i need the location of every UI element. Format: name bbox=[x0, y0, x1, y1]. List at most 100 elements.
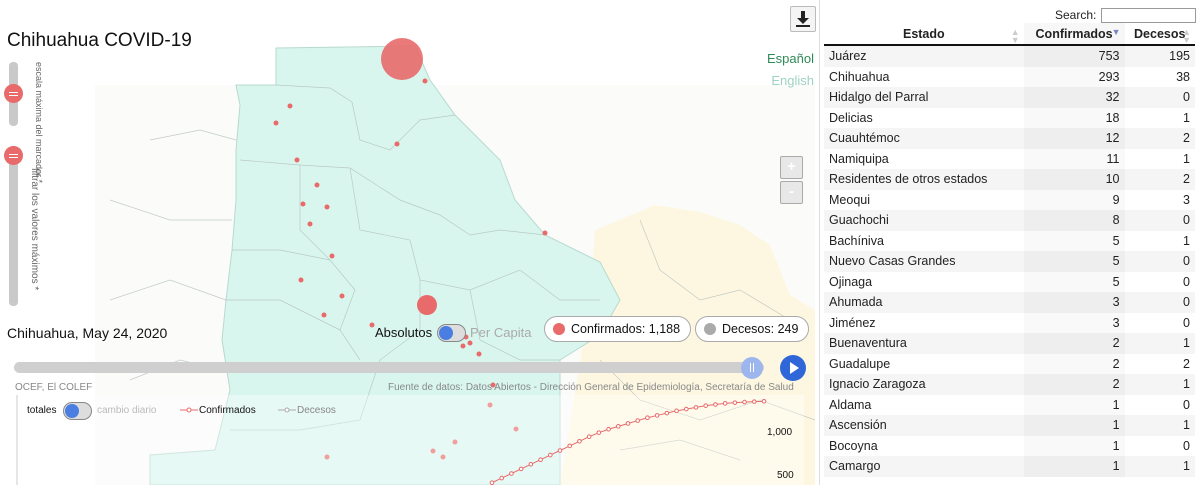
cell-confirmados: 2 bbox=[1023, 333, 1125, 354]
confirmed-point bbox=[538, 457, 543, 462]
table-row[interactable]: Nuevo Casas Grandes 5 0 bbox=[824, 251, 1195, 272]
cell-decesos: 1 bbox=[1183, 151, 1190, 166]
cell-confirmados: 32 bbox=[1023, 87, 1125, 108]
cell-decesos: 0 bbox=[1124, 87, 1195, 108]
marker-scale-handle[interactable] bbox=[4, 84, 23, 103]
table-row[interactable]: Ahumada 3 0 bbox=[824, 292, 1195, 313]
confirmed-point bbox=[732, 400, 738, 405]
language-spanish[interactable]: Español bbox=[767, 51, 814, 66]
download-button[interactable] bbox=[790, 6, 816, 32]
deaths-total: Decesos: 249 bbox=[722, 322, 799, 336]
cell-confirmados: 5 bbox=[1023, 230, 1125, 251]
table-row[interactable]: Juárez 753 195 bbox=[824, 45, 1195, 67]
cell-estado: Jiménez bbox=[829, 315, 876, 330]
table-row[interactable]: Namiquipa 11 1 bbox=[824, 148, 1195, 169]
column-header-confirmados[interactable]: Confirmados ▼ bbox=[1023, 23, 1125, 46]
data-source: Fuente de datos: Datos Abiertos - Direcc… bbox=[388, 382, 794, 393]
credit: OCEF, El COLEF bbox=[15, 382, 93, 393]
zoom-in-button[interactable]: + bbox=[780, 156, 803, 179]
table-row[interactable]: Bachíniva 5 1 bbox=[824, 230, 1195, 251]
cell-confirmados: 1 bbox=[1023, 394, 1125, 415]
table-row[interactable]: Ignacio Zaragoza 2 1 bbox=[824, 374, 1195, 395]
cell-decesos: 2 bbox=[1124, 169, 1195, 190]
cell-confirmados: 2 bbox=[1023, 353, 1125, 374]
table-row[interactable]: Cuauhtémoc 12 2 bbox=[824, 128, 1195, 149]
table-row[interactable]: Hidalgo del Parral 32 0 bbox=[824, 87, 1195, 108]
cell-confirmados: 753 bbox=[1023, 45, 1125, 67]
search-input[interactable] bbox=[1101, 8, 1196, 23]
sort-icon: ▲ ▼ bbox=[1182, 27, 1191, 45]
cell-estado: Cuauhtémoc bbox=[824, 128, 1024, 149]
confirmed-point bbox=[625, 421, 631, 426]
cell-estado: Ahumada bbox=[824, 292, 1024, 313]
table-row[interactable]: Guadalupe 2 2 bbox=[824, 353, 1195, 374]
confirmed-dot-icon bbox=[553, 323, 565, 335]
cell-estado: Juárez bbox=[824, 45, 1024, 67]
table-row[interactable]: Guachochi 8 0 bbox=[824, 210, 1195, 231]
confirmed-legend-icon bbox=[180, 407, 198, 413]
confirmed-point bbox=[742, 399, 747, 405]
confirmed-total: Confirmados: 1,188 bbox=[571, 322, 681, 336]
column-header-decesos[interactable]: Decesos ▲ ▼ bbox=[1124, 23, 1195, 46]
confirmed-total-pill[interactable]: Confirmados: 1,188 bbox=[544, 316, 692, 342]
sort-desc-icon: ▼ bbox=[1111, 27, 1121, 37]
zoom-out-button[interactable]: - bbox=[780, 181, 803, 204]
confirmed-point bbox=[499, 475, 505, 481]
cell-decesos: 0 bbox=[1183, 397, 1190, 412]
table-row[interactable]: Ascensión 1 1 bbox=[824, 415, 1195, 436]
table-row[interactable]: Aldama 1 0 bbox=[824, 394, 1195, 415]
cell-confirmados: 3 bbox=[1023, 292, 1125, 313]
table-row[interactable]: Bocoyna 1 0 bbox=[824, 435, 1195, 456]
filter-max-handle[interactable] bbox=[4, 146, 23, 165]
confirmed-point bbox=[664, 410, 670, 416]
cell-confirmados: 8 bbox=[1023, 210, 1125, 231]
cell-confirmados: 18 bbox=[1023, 107, 1125, 128]
cell-decesos: 1 bbox=[1124, 456, 1195, 477]
cell-estado: Buenaventura bbox=[824, 333, 1024, 354]
deaths-legend-icon bbox=[278, 407, 296, 413]
play-button[interactable] bbox=[780, 355, 806, 381]
language-english[interactable]: English bbox=[771, 73, 814, 88]
cell-confirmados: 12 bbox=[1023, 128, 1125, 149]
cell-decesos: 1 bbox=[1124, 374, 1195, 395]
confirmed-point bbox=[635, 418, 641, 423]
table-panel: Search: Estado ▲ ▼ Confirmados ▼ Decesos ▲ ▼ … bbox=[820, 0, 1200, 485]
cell-confirmados: 9 bbox=[1023, 189, 1125, 210]
deaths-dot-icon bbox=[704, 323, 716, 335]
column-header-estado[interactable]: Estado ▲ ▼ bbox=[824, 23, 1024, 46]
table-row[interactable]: Buenaventura 2 1 bbox=[824, 333, 1195, 354]
cell-estado: Residentes de otros estados bbox=[824, 169, 1024, 190]
timeline-handle[interactable] bbox=[741, 357, 763, 379]
municipality-table: Estado ▲ ▼ Confirmados ▼ Decesos ▲ ▼ Juárez 75… bbox=[824, 23, 1195, 477]
confirmed-point bbox=[557, 448, 563, 453]
confirmed-point bbox=[703, 403, 709, 408]
table-row[interactable]: Delicias 18 1 bbox=[824, 107, 1195, 128]
confirmed-point bbox=[761, 398, 767, 404]
filter-max-slider[interactable] bbox=[9, 146, 18, 306]
confirmed-point bbox=[713, 402, 718, 407]
deaths-total-pill[interactable]: Decesos: 249 bbox=[695, 316, 810, 342]
cell-decesos: 195 bbox=[1124, 45, 1195, 67]
marker-scale-label: escala máxima del marcador * bbox=[34, 62, 44, 184]
confirmed-point bbox=[683, 406, 689, 412]
table-row[interactable]: Jiménez 3 0 bbox=[824, 312, 1195, 333]
y-tick-500: 500 bbox=[777, 470, 794, 481]
timeline-slider[interactable] bbox=[14, 362, 764, 373]
confirmed-point bbox=[606, 426, 611, 432]
table-row[interactable]: Meoqui 9 3 bbox=[824, 189, 1195, 210]
table-row[interactable]: Camargo 1 1 bbox=[824, 456, 1195, 477]
table-row[interactable]: Residentes de otros estados 10 2 bbox=[824, 169, 1195, 190]
cell-confirmados: 1 bbox=[1023, 415, 1125, 436]
table-row[interactable]: Ojinaga 5 0 bbox=[824, 271, 1195, 292]
map-panel[interactable]: Chihuahua COVID-19 Español English + - e… bbox=[0, 0, 820, 485]
table-row[interactable]: Chihuahua 293 38 bbox=[824, 66, 1195, 87]
cell-estado: Bachíniva bbox=[829, 233, 884, 248]
totals-daily-toggle[interactable] bbox=[63, 402, 92, 420]
cell-decesos: 1 bbox=[1183, 233, 1190, 248]
map-title: Chihuahua COVID-19 bbox=[7, 30, 192, 51]
cell-estado: Guachochi bbox=[824, 210, 1024, 231]
absolute-percapita-toggle[interactable] bbox=[437, 324, 466, 342]
current-date: Chihuahua, May 24, 2020 bbox=[7, 325, 168, 341]
cell-decesos: 0 bbox=[1124, 210, 1195, 231]
confirmed-point bbox=[577, 439, 582, 444]
